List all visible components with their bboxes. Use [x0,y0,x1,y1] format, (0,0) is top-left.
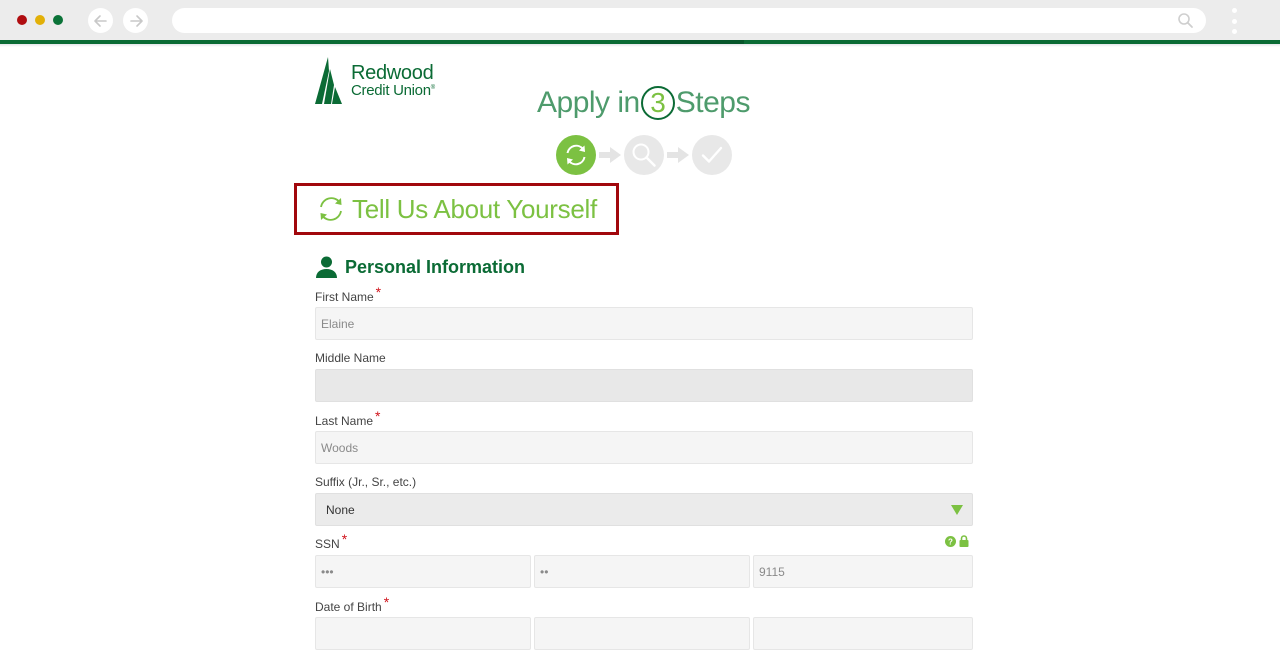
svg-text:?: ? [948,537,953,546]
dob-day-input[interactable] [534,617,750,650]
dob-month-input[interactable] [315,617,531,650]
window-close-button[interactable] [17,15,27,25]
step-3-indicator [692,135,732,175]
checkmark-icon [701,146,723,163]
magnifier-icon [632,143,656,167]
first-name-label: First Name * [315,284,382,304]
dob-label: Date of Birth * [315,594,390,614]
logo-trademark: ® [430,85,435,91]
suffix-select[interactable]: None [315,493,973,526]
caret-down-icon [951,505,963,515]
section-title: Tell Us About Yourself [352,193,597,224]
suffix-label: Suffix (Jr., Sr., etc.) [315,475,417,489]
apply-prefix: Apply in [537,86,640,119]
arrow-right-icon [129,14,143,27]
last-name-input[interactable]: Woods [315,431,973,464]
middle-name-input[interactable] [315,369,973,402]
refresh-icon [566,144,586,166]
ssn-part3-input[interactable]: 9115 [753,555,973,588]
back-button[interactable] [88,8,113,33]
window-maximize-button[interactable] [53,15,63,25]
lock-icon [959,535,969,547]
required-asterisk: * [375,284,382,300]
required-asterisk: * [375,408,381,424]
steps-count-badge: 3 [640,86,675,120]
required-asterisk: * [341,531,348,547]
arrow-right-icon [664,146,692,164]
kebab-menu-icon[interactable] [1230,8,1238,34]
browser-toolbar [0,0,1280,40]
refresh-icon [320,197,342,221]
apply-suffix: Steps [675,86,751,119]
required-asterisk: * [383,594,390,610]
address-bar[interactable] [172,8,1206,33]
middle-name-label: Middle Name [315,351,386,365]
user-icon [316,256,337,278]
tree-logo-icon [315,57,342,104]
logo-name-line1: Redwood [351,62,434,84]
redwood-logo[interactable]: Redwood Credit Union® [315,57,435,105]
ssn-label: SSN * [315,531,348,551]
ssn-part2-input[interactable]: •• [534,555,750,588]
window-minimize-button[interactable] [35,15,45,25]
personal-info-heading: Personal Information [345,256,526,277]
arrow-left-icon [93,14,107,27]
help-icon[interactable]: ? [945,535,956,547]
logo-name-line2: Credit Union [351,82,431,99]
step-2-indicator [624,135,664,175]
first-name-input[interactable]: Elaine [315,307,973,340]
apply-steps-heading: Apply in 3 Steps [537,84,750,122]
search-icon[interactable] [1177,12,1194,29]
arrow-right-icon [596,146,624,164]
personal-info-header: Personal Information [316,256,525,278]
step-1-indicator [556,135,596,175]
dob-year-input[interactable] [753,617,973,650]
section-title-highlight: Tell Us About Yourself [294,183,619,235]
last-name-label: Last Name * [315,408,381,428]
ssn-part1-input[interactable]: ••• [315,555,531,588]
forward-button[interactable] [123,8,148,33]
step-progress [556,135,732,175]
